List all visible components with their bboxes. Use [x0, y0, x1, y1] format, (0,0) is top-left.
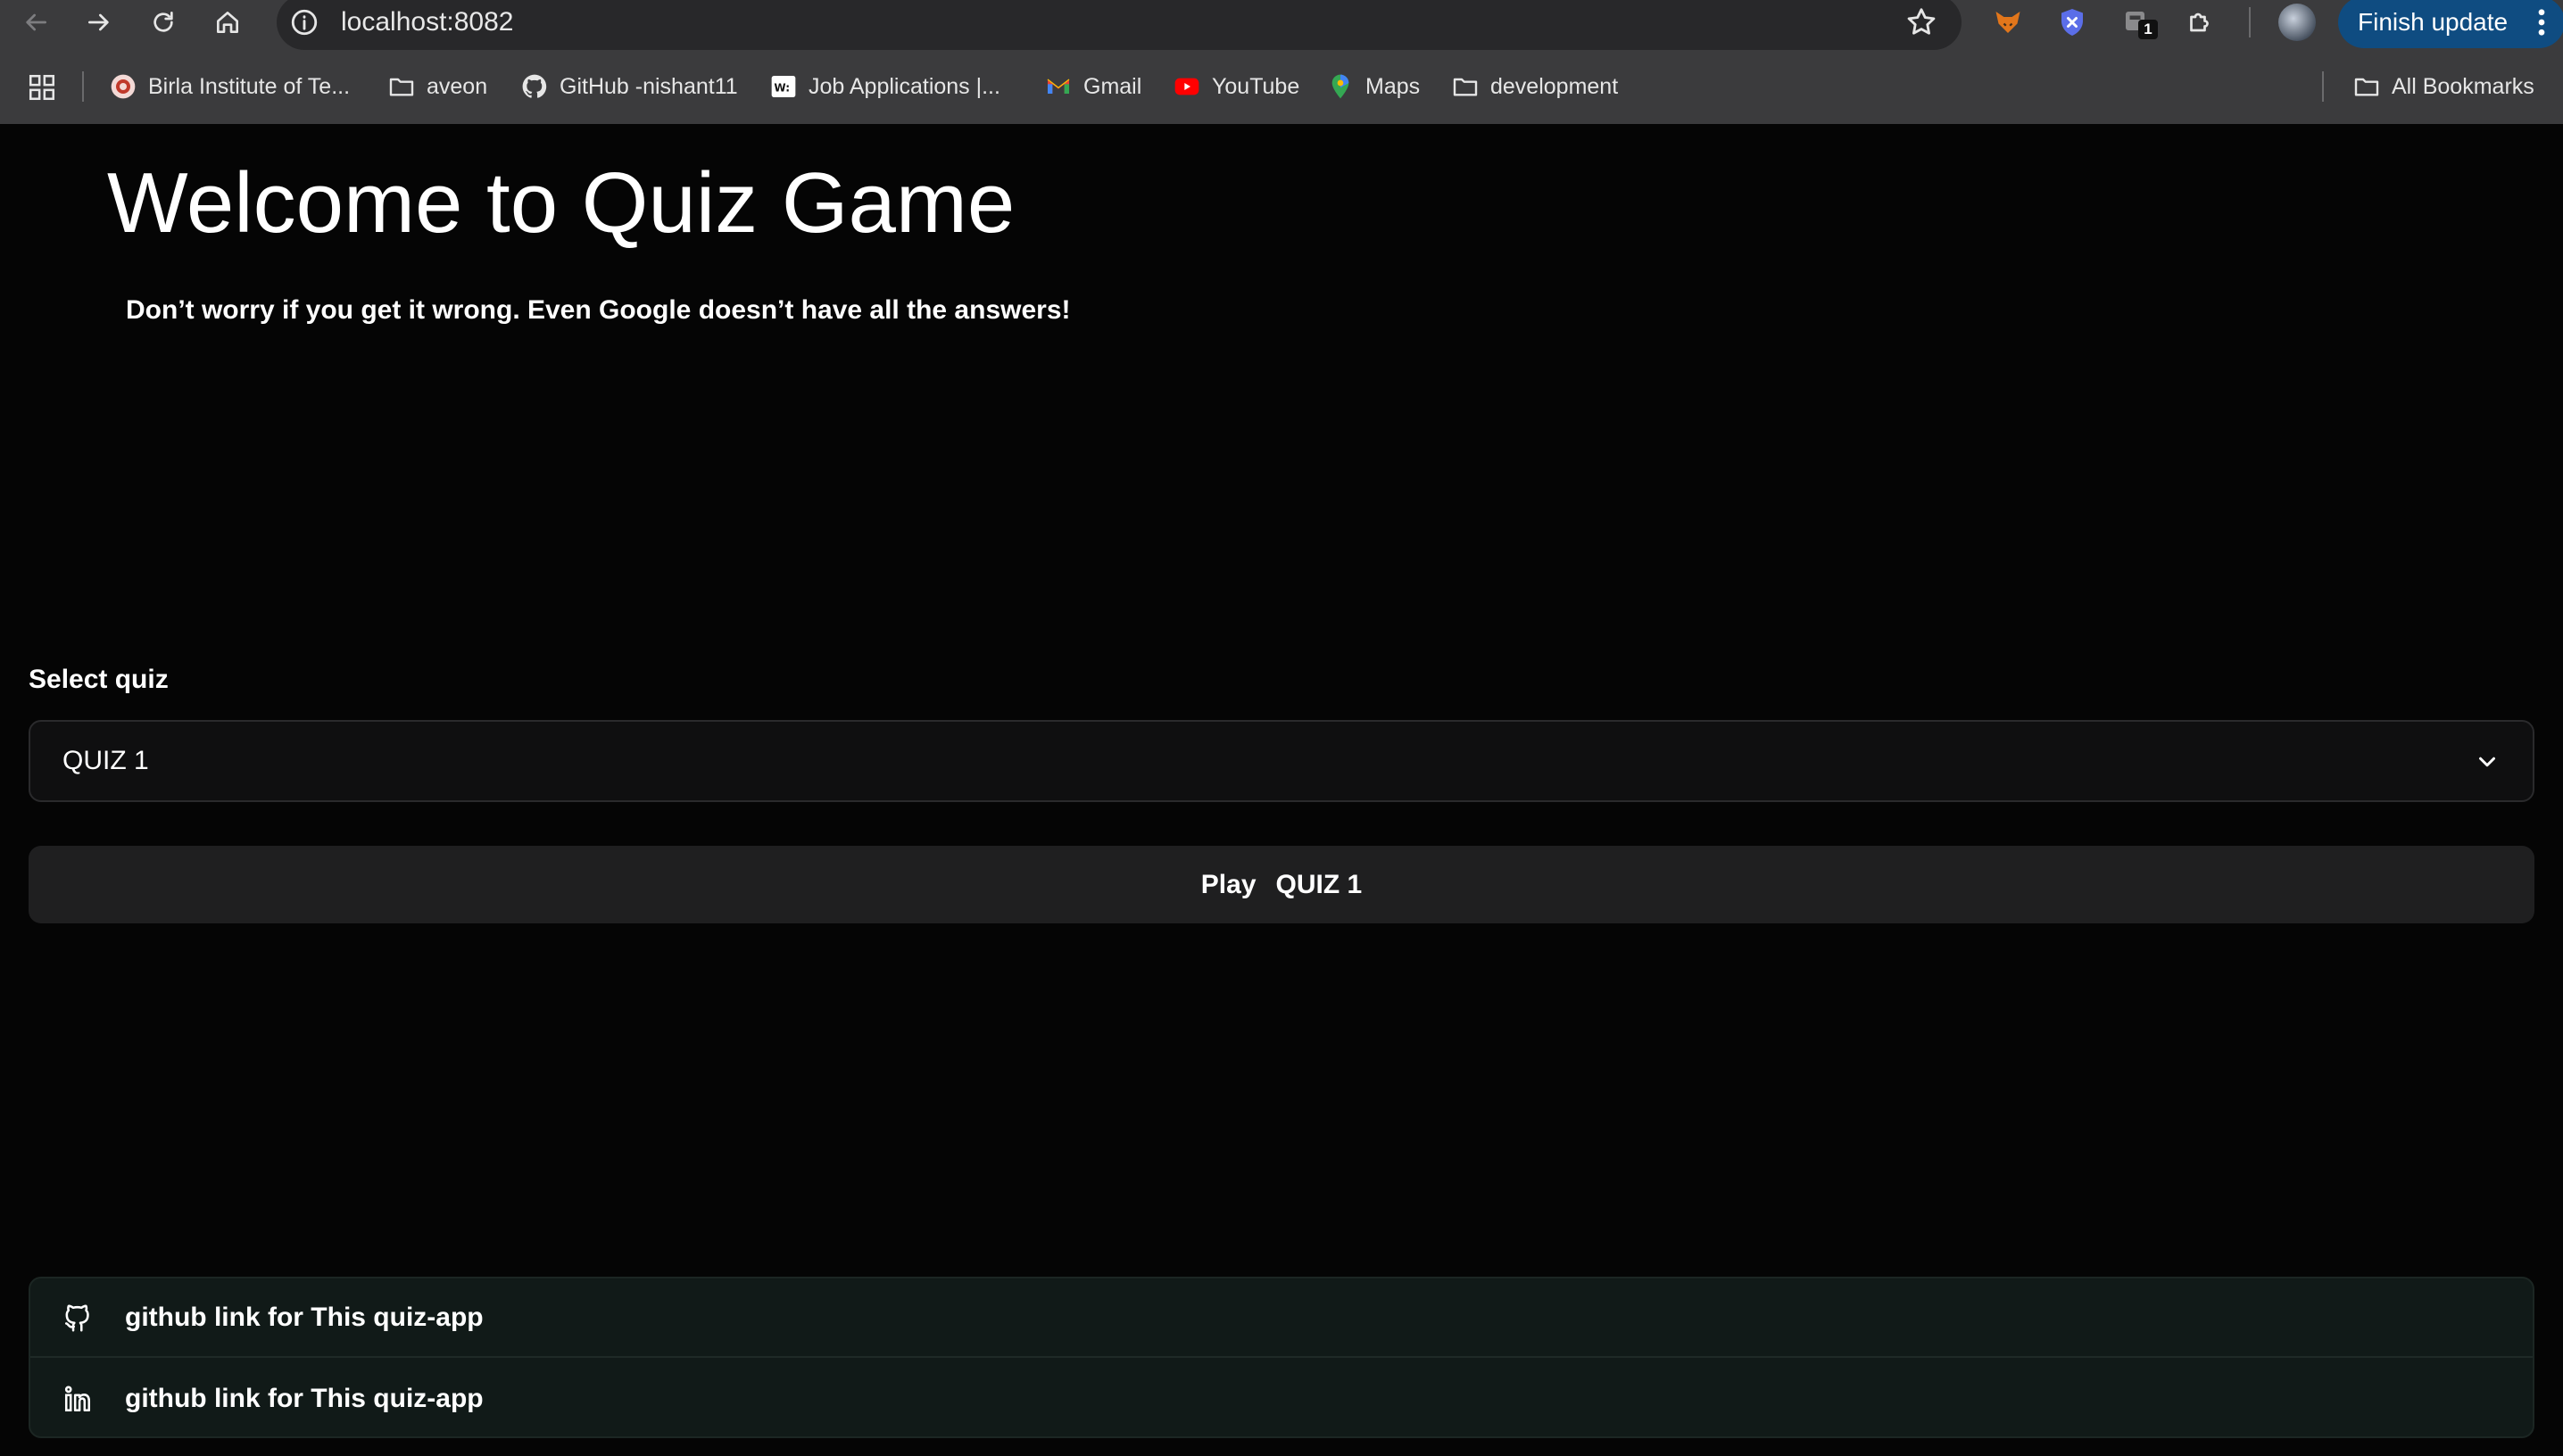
puzzle-icon: [2190, 12, 2209, 32]
bookmarks-bar: Birla Institute of Te... aveon GitHub -n…: [0, 64, 2563, 109]
quiz-select-value: QUIZ 1: [62, 746, 149, 775]
bookmark-label: development: [1490, 73, 1619, 99]
bookmark-job-applications[interactable]: W: Job Applications |...: [769, 64, 1000, 109]
quiz-home-page: Welcome to Quiz Game Don’t worry if you …: [0, 124, 2563, 1456]
github-icon: [522, 74, 547, 98]
bookmark-github[interactable]: GitHub -nishant11: [520, 64, 738, 109]
page-subtitle: Don’t worry if you get it wrong. Even Go…: [126, 295, 1071, 325]
bookmark-label: GitHub -nishant11: [560, 73, 738, 99]
bookmarks-right-divider: [2322, 71, 2324, 102]
all-bookmarks[interactable]: All Bookmarks: [2352, 64, 2534, 109]
extension-shield[interactable]: [2053, 4, 2092, 41]
gmail-icon: [1047, 79, 1070, 94]
github-link-label: github link for This quiz-app: [125, 1302, 484, 1332]
play-quiz-button[interactable]: Play QUIZ 1: [29, 846, 2534, 923]
site-favicon-icon: [111, 74, 136, 99]
finish-update-label: Finish update: [2358, 8, 2509, 36]
github-link[interactable]: github link for This quiz-app: [30, 1278, 2533, 1358]
bookmark-label: Birla Institute of Te...: [148, 73, 351, 99]
youtube-icon: [1174, 78, 1199, 95]
chevron-down-icon: [2479, 757, 2495, 767]
arrow-left-icon: [26, 13, 46, 31]
url-text[interactable]: localhost:8082: [341, 4, 513, 41]
address-bar[interactable]: localhost:8082: [277, 0, 1962, 50]
all-bookmarks-label: All Bookmarks: [2392, 73, 2534, 99]
back-button[interactable]: [16, 4, 55, 41]
play-label: Play: [1200, 869, 1257, 899]
folder-icon: [2354, 78, 2379, 96]
extension-badge: 1: [2138, 20, 2158, 39]
extension-badged[interactable]: 1: [2117, 4, 2158, 41]
svg-text:W:: W:: [774, 81, 790, 94]
footer-links: github link for This quiz-app github lin…: [29, 1277, 2534, 1438]
finish-update-button[interactable]: Finish update: [2338, 0, 2563, 48]
bookmark-star-icon[interactable]: [1904, 5, 1938, 39]
profile-avatar[interactable]: [2278, 4, 2316, 41]
bookmark-development[interactable]: development: [1451, 64, 1618, 109]
quiz-select[interactable]: QUIZ 1: [29, 720, 2534, 802]
wellfound-icon: W:: [771, 76, 796, 97]
bookmark-maps[interactable]: Maps: [1326, 64, 1420, 109]
select-quiz-label: Select quiz: [29, 665, 169, 694]
forward-button[interactable]: [79, 4, 119, 41]
linkedin-icon: [64, 1386, 91, 1411]
extension-fox[interactable]: [1988, 4, 2028, 41]
maps-icon: [1331, 74, 1349, 99]
browser-chrome: localhost:8082 1 Finish update Birla Ins…: [0, 0, 2563, 124]
fox-extension-icon: [1995, 12, 2020, 33]
browser-toolbar: localhost:8082 1 Finish update: [0, 0, 2563, 50]
github-icon: [64, 1304, 89, 1331]
extensions-button[interactable]: [2181, 4, 2220, 41]
bookmark-label: Maps: [1365, 73, 1421, 99]
site-info-icon[interactable]: [289, 7, 319, 37]
reload-button[interactable]: [144, 4, 183, 41]
shield-icon: [2061, 9, 2083, 36]
bookmark-youtube[interactable]: YouTube: [1173, 64, 1299, 109]
bookmark-label: Job Applications |...: [809, 73, 1000, 99]
folder-icon: [389, 78, 414, 96]
linkedin-link-label: github link for This quiz-app: [125, 1383, 484, 1413]
page-title: Welcome to Quiz Game: [107, 155, 1016, 251]
bookmark-label: YouTube: [1212, 73, 1300, 99]
bookmark-label: aveon: [427, 73, 488, 99]
reload-icon: [153, 11, 173, 32]
kebab-menu-icon: [2538, 9, 2545, 36]
bookmark-gmail[interactable]: Gmail: [1044, 64, 1141, 109]
arrow-right-icon: [88, 13, 109, 31]
folder-icon: [1453, 78, 1478, 96]
bookmark-aveon[interactable]: aveon: [387, 64, 487, 109]
play-quiz-name: QUIZ 1: [1275, 869, 1363, 899]
toolbar-divider: [2249, 7, 2251, 37]
linkedin-link[interactable]: github link for This quiz-app: [30, 1359, 2533, 1436]
home-button[interactable]: [208, 4, 247, 41]
bookmark-label: Gmail: [1083, 73, 1142, 99]
bookmark-bits[interactable]: Birla Institute of Te...: [109, 64, 350, 109]
home-icon: [217, 11, 238, 33]
